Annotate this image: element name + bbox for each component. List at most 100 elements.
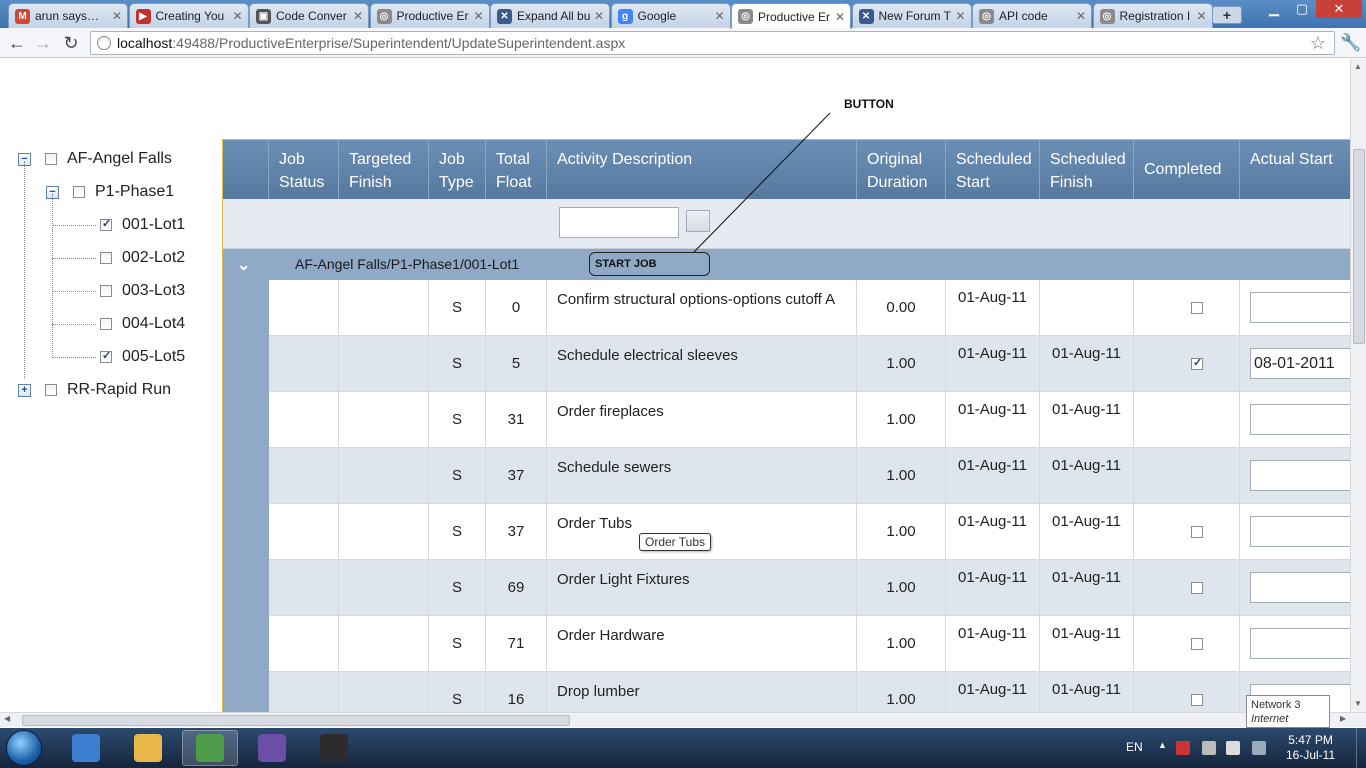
browser-tab[interactable]: g Google ✕ [610, 3, 731, 28]
column-header[interactable] [223, 140, 269, 199]
tree-checkbox[interactable] [73, 186, 85, 198]
actual-start-input[interactable] [1250, 572, 1350, 603]
maximize-button[interactable]: ▢ [1288, 0, 1316, 18]
actual-start-input[interactable]: 08-01-2011 [1250, 348, 1350, 379]
forward-button[interactable]: → [32, 32, 54, 54]
browser-tab[interactable]: ✕ New Forum T ✕ [851, 3, 972, 28]
tree-checkbox[interactable] [100, 318, 112, 330]
bookmark-star-icon[interactable]: ☆ [1310, 33, 1326, 54]
show-hidden-icons[interactable]: ▲ [1158, 740, 1167, 750]
completed-checkbox[interactable] [1191, 356, 1203, 370]
tree-node[interactable]: + RR-Rapid Run [18, 378, 171, 402]
close-tab-icon[interactable]: ✕ [955, 9, 967, 23]
close-tab-icon[interactable]: ✕ [473, 9, 485, 23]
close-tab-icon[interactable]: ✕ [232, 9, 244, 23]
column-header[interactable]: Total Float [486, 140, 547, 199]
language-indicator[interactable]: EN [1126, 740, 1143, 754]
column-header[interactable]: Targeted Finish [339, 140, 429, 199]
action-center-icon[interactable] [1226, 741, 1240, 755]
column-header[interactable]: Original Duration [857, 140, 946, 199]
close-tab-icon[interactable]: ✕ [1196, 9, 1208, 23]
clock[interactable]: 5:47 PM 16-Jul-11 [1286, 733, 1335, 763]
tree-node[interactable]: 004-Lot4 [100, 312, 185, 336]
tree-node[interactable]: 002-Lot2 [100, 246, 185, 270]
activity-description-cell: Schedule electrical sleeves [547, 336, 857, 392]
vertical-scrollbar[interactable]: ▲ ▼ [1350, 59, 1366, 712]
close-tab-icon[interactable]: ✕ [714, 9, 726, 23]
start-button[interactable] [6, 730, 42, 766]
start-job-button[interactable]: START JOB [589, 252, 710, 276]
address-bar[interactable]: localhost:49488/ProductiveEnterprise/Sup… [90, 31, 1335, 55]
browser-tab[interactable]: ◎ Productive Er ✕ [731, 3, 851, 29]
browser-tab[interactable]: ◎ API code ✕ [972, 3, 1092, 28]
tree-node[interactable]: 003-Lot3 [100, 279, 185, 303]
column-header[interactable]: Scheduled Start [946, 140, 1040, 199]
tree-checkbox[interactable] [45, 153, 57, 165]
browser-tab[interactable]: ✕ Expand All bu ✕ [490, 3, 610, 28]
completed-checkbox[interactable] [1191, 582, 1203, 594]
scroll-left-icon[interactable]: ◀ [4, 714, 10, 723]
taskbar-app[interactable] [182, 730, 238, 766]
taskbar-app[interactable] [306, 730, 362, 766]
show-desktop-button[interactable] [1356, 728, 1366, 768]
tree-checkbox[interactable] [100, 252, 112, 264]
tree-node[interactable]: − P1-Phase1 [46, 180, 174, 204]
network-icon[interactable] [1252, 741, 1266, 755]
actual-start-input[interactable] [1250, 628, 1350, 659]
new-tab-button[interactable]: + [1212, 6, 1242, 24]
browser-tab[interactable]: ▶ Creating You ✕ [128, 3, 249, 28]
scroll-down-icon[interactable]: ▼ [1354, 699, 1362, 708]
wrench-icon[interactable]: 🔧 [1340, 33, 1361, 53]
close-tab-icon[interactable]: ✕ [111, 9, 123, 23]
duration-cell: 1.00 [857, 392, 946, 448]
horizontal-scroll-thumb[interactable] [22, 715, 570, 726]
close-tab-icon[interactable]: ✕ [1075, 9, 1087, 23]
taskbar-app[interactable] [58, 730, 114, 766]
filter-button[interactable] [686, 210, 710, 232]
tree-checkbox[interactable] [45, 384, 57, 396]
back-button[interactable]: ← [6, 32, 28, 54]
actual-start-input[interactable] [1250, 516, 1350, 547]
gmail-notifier-icon[interactable] [1176, 741, 1190, 755]
column-header[interactable]: Scheduled Finish [1040, 140, 1134, 199]
chevron-down-icon[interactable]: ⌄ [237, 255, 250, 275]
actual-start-input[interactable] [1250, 404, 1350, 435]
browser-tab[interactable]: ◎ Registration I ✕ [1092, 3, 1213, 28]
horizontal-scrollbar[interactable]: ◀ ▶ [0, 712, 1366, 727]
tree-checkbox[interactable] [100, 217, 112, 231]
scheduled-finish-cell: 01-Aug-11 [1040, 616, 1134, 672]
close-window-button[interactable]: ✕ [1316, 0, 1362, 18]
column-header[interactable]: Actual Start [1240, 140, 1350, 199]
scroll-right-icon[interactable]: ▶ [1340, 714, 1346, 723]
browser-tab[interactable]: ◎ Productive Er ✕ [369, 3, 490, 28]
actual-start-input[interactable] [1250, 292, 1350, 323]
minimize-button[interactable]: ▁ [1260, 0, 1288, 18]
close-tab-icon[interactable]: ✕ [593, 9, 605, 23]
tree-node[interactable]: 001-Lot1 [100, 213, 185, 237]
activity-filter-input[interactable] [559, 207, 679, 238]
completed-checkbox[interactable] [1191, 638, 1203, 650]
completed-checkbox[interactable] [1191, 526, 1203, 538]
expand-icon[interactable]: + [18, 383, 31, 397]
tree-checkbox[interactable] [100, 349, 112, 363]
browser-tab[interactable]: Marun says… ✕ [8, 3, 128, 28]
completed-checkbox[interactable] [1191, 694, 1203, 706]
reload-button[interactable]: ↻ [60, 32, 82, 54]
close-tab-icon[interactable]: ✕ [834, 10, 846, 24]
browser-tab[interactable]: ▣ Code Conver ✕ [249, 3, 369, 28]
column-header[interactable]: Completed [1134, 140, 1240, 199]
volume-icon[interactable] [1202, 741, 1216, 755]
close-tab-icon[interactable]: ✕ [352, 9, 364, 23]
taskbar-app[interactable] [120, 730, 176, 766]
column-header[interactable]: Job Status [269, 140, 339, 199]
completed-checkbox[interactable] [1191, 302, 1203, 314]
actual-start-input[interactable] [1250, 460, 1350, 491]
tree-checkbox[interactable] [100, 285, 112, 297]
vertical-scroll-thumb[interactable] [1353, 149, 1365, 344]
tree-node[interactable]: 005-Lot5 [100, 345, 185, 369]
column-header[interactable]: Job Type [429, 140, 486, 199]
tree-node[interactable]: − AF-Angel Falls [18, 147, 172, 171]
scroll-up-icon[interactable]: ▲ [1354, 62, 1362, 71]
taskbar-app[interactable] [244, 730, 300, 766]
column-header[interactable]: Activity Description [547, 140, 857, 199]
